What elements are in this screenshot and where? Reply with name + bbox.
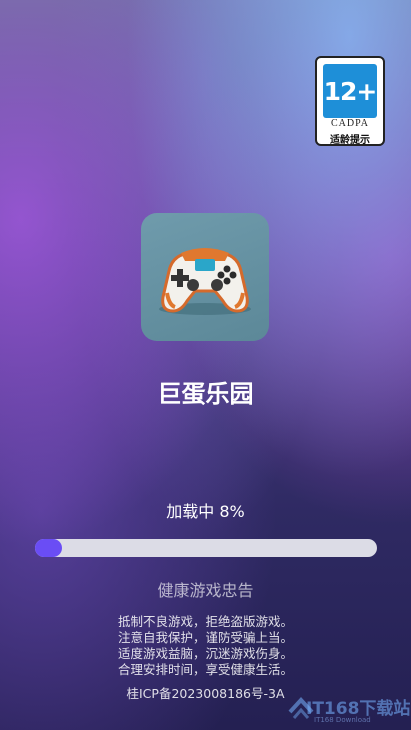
loading-status: 加载中 8% [166,502,245,521]
notice-line: 注意自我保护，谨防受骗上当。 [117,630,293,645]
health-advice-text: 抵制不良游戏，拒绝盗版游戏。 注意自我保护，谨防受骗上当。 适度游戏益脑，沉迷游… [0,614,411,678]
watermark-logo: IT168下载站 IT168 Download [286,690,411,730]
age-rating-label: 适龄提示 [330,135,370,146]
notice-line: 合理安排时间，享受健康生活。 [117,662,293,677]
notice-line: 适度游戏益脑，沉迷游戏伤身。 [117,646,293,661]
watermark-subtext: IT168 Download [314,716,371,724]
age-rating-value: 12+ [323,64,377,118]
gamepad-icon [141,213,269,341]
app-name: 巨蛋乐园 [157,380,254,408]
loading-progress-bar [35,539,377,557]
age-rating-org: CADPA [331,118,369,129]
progress-indicator [35,539,63,557]
notice-line: 抵制不良游戏，拒绝盗版游戏。 [117,614,293,629]
health-advice-title: 健康游戏忠告 [157,581,254,600]
age-rating-badge: 12+ CADPA 适龄提示 [315,56,385,146]
